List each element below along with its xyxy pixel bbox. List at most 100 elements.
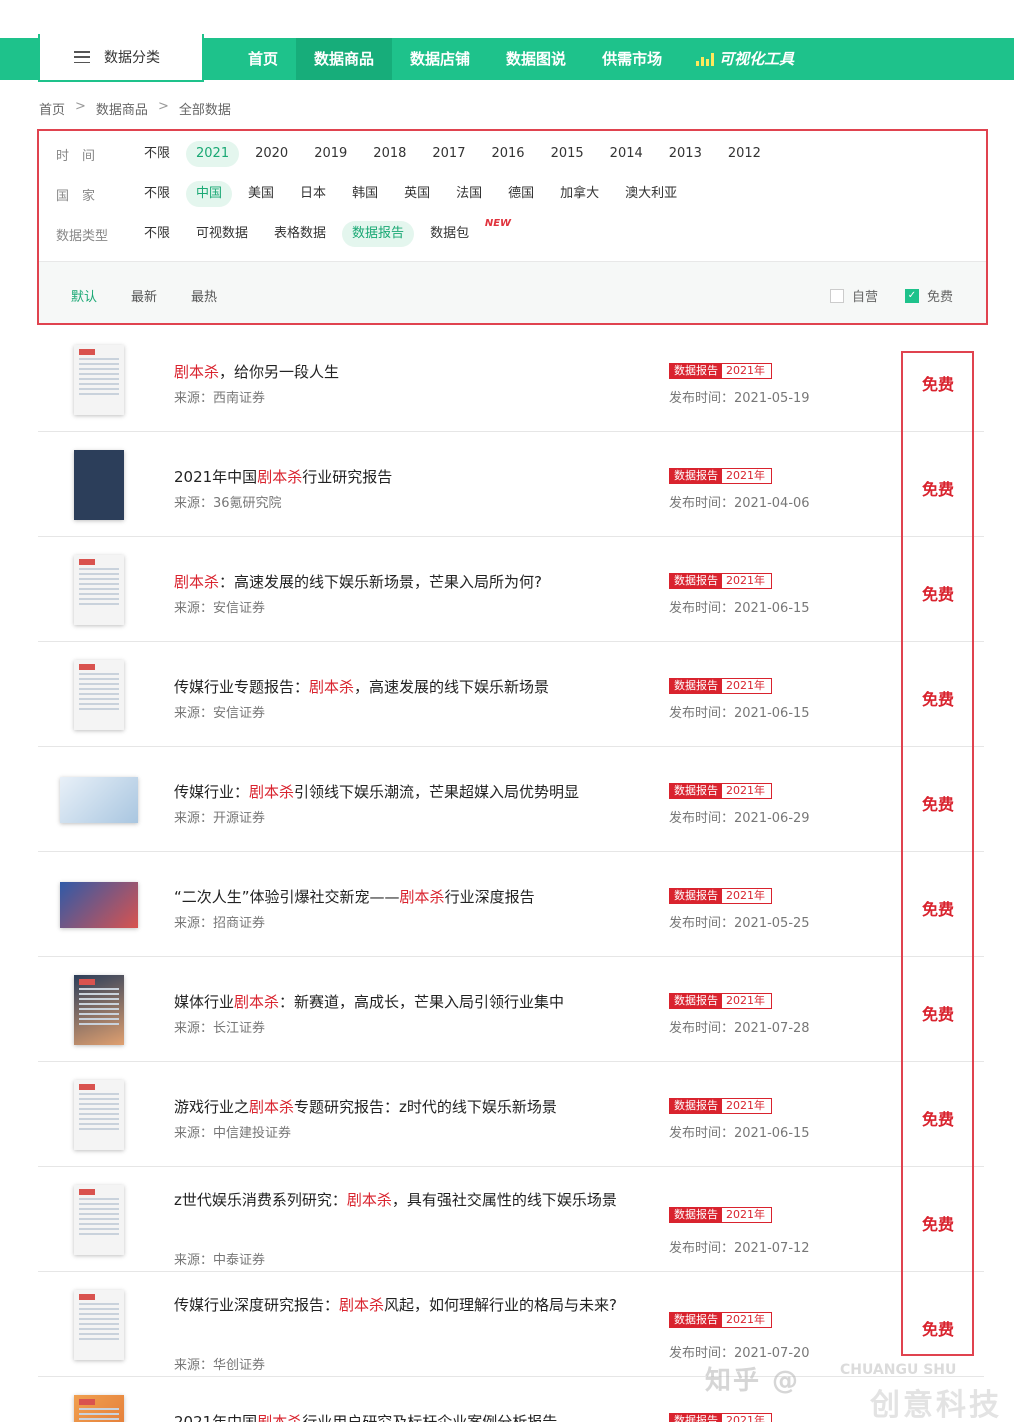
filter-option-time[interactable]: 2012 bbox=[718, 141, 771, 167]
report-thumbnail[interactable] bbox=[74, 1185, 124, 1255]
filter-option-time[interactable]: 2013 bbox=[659, 141, 712, 167]
report-type-tag: 数据报告 2021年 bbox=[669, 573, 772, 589]
publish-date: 发布时间：2021-04-06 bbox=[669, 496, 810, 511]
list-item[interactable]: “二次人生”体验引爆社交新宠——剧本杀行业深度报告 来源：招商证券 数据报告 2021… bbox=[38, 852, 984, 957]
list-item[interactable]: 传媒行业：剧本杀引领线下娱乐潮流，芒果超媒入局优势明显 来源：开源证券 数据报告 20… bbox=[38, 747, 984, 852]
title-text: ，给你另一段人生 bbox=[219, 363, 340, 381]
report-title-link[interactable]: 游戏行业之剧本杀专题研究报告：z时代的线下娱乐新场景 bbox=[174, 1096, 634, 1118]
filter-panel: 时 间不限 2021 2020 2019 2018 2017 2016 2015 2014 201… bbox=[37, 129, 988, 325]
list-item[interactable]: 剧本杀：高速发展的线下娱乐新场景，芒果入局所为何? 来源：安信证券 数据报告 2021… bbox=[38, 537, 984, 642]
report-thumbnail[interactable] bbox=[74, 555, 124, 625]
list-item[interactable]: 传媒行业专题报告：剧本杀，高速发展的线下娱乐新场景 来源：安信证券 数据报告 2021… bbox=[38, 642, 984, 747]
sort-default[interactable]: 默认 bbox=[71, 286, 97, 305]
report-thumbnail[interactable] bbox=[74, 1395, 124, 1422]
report-title-link[interactable]: z世代娱乐消费系列研究：剧本杀，具有强社交属性的线下娱乐场景 bbox=[174, 1189, 634, 1211]
title-text: 传媒行业： bbox=[174, 783, 250, 801]
title-text: ，具有强社交属性的线下娱乐场景 bbox=[391, 1191, 617, 1209]
filter-option-time[interactable]: 2020 bbox=[245, 141, 298, 167]
nav-item-2[interactable]: 数据店铺 bbox=[392, 38, 488, 80]
nav-item-4[interactable]: 供需市场 bbox=[584, 38, 680, 80]
report-type-tag: 数据报告 2021年 bbox=[669, 888, 772, 904]
filter-option-country[interactable]: 澳大利亚 bbox=[615, 181, 687, 207]
report-source: 来源：华创证券 bbox=[174, 1358, 266, 1373]
filter-option-time[interactable]: 2021 bbox=[186, 141, 240, 167]
publish-date: 发布时间：2021-05-19 bbox=[669, 391, 810, 406]
nav-item-3[interactable]: 数据图说 bbox=[488, 38, 584, 80]
filter-option-country[interactable]: 英国 bbox=[394, 181, 440, 207]
checkbox-free[interactable]: ✓ 免费 bbox=[905, 286, 953, 305]
filter-option-country[interactable]: 德国 bbox=[498, 181, 544, 207]
list-item[interactable]: 游戏行业之剧本杀专题研究报告：z时代的线下娱乐新场景来源：中信建投证券 数据报告 2… bbox=[38, 1062, 984, 1167]
filter-option-time[interactable]: 2019 bbox=[304, 141, 357, 167]
filter-label-time: 时 间 bbox=[56, 148, 96, 164]
report-thumbnail[interactable] bbox=[60, 777, 138, 823]
filter-option-data-type[interactable]: 数据报告 bbox=[342, 221, 415, 247]
report-thumbnail[interactable] bbox=[74, 660, 124, 730]
breadcrumb-item[interactable]: 首页 bbox=[39, 99, 65, 118]
tag-year: 2021年 bbox=[722, 469, 771, 483]
title-text: “二次人生”体验引爆社交新宠—— bbox=[174, 888, 400, 906]
filter-option-time[interactable]: 不限 bbox=[134, 141, 180, 167]
breadcrumb-item[interactable]: 数据商品 bbox=[96, 99, 148, 118]
tag-year: 2021年 bbox=[722, 994, 771, 1008]
report-type-tag: 数据报告 2021年 bbox=[669, 993, 772, 1009]
report-thumbnail[interactable] bbox=[60, 882, 138, 928]
filter-option-time[interactable]: 2018 bbox=[363, 141, 416, 167]
nav-item-0[interactable]: 首页 bbox=[230, 38, 296, 80]
filter-option-time[interactable]: 2016 bbox=[481, 141, 534, 167]
filter-option-country[interactable]: 法国 bbox=[446, 181, 492, 207]
sort-newest[interactable]: 最新 bbox=[131, 286, 157, 305]
title-keyword: 剧本杀 bbox=[339, 1296, 385, 1314]
checkbox-self-operated[interactable]: 自营 bbox=[830, 286, 878, 305]
filter-option-data-type[interactable]: 可视数据 bbox=[186, 221, 258, 247]
report-title-link[interactable]: 2021年中国剧本杀行业研究报告 bbox=[174, 466, 634, 488]
category-menu-button[interactable]: 数据分类 bbox=[38, 34, 204, 82]
filter-option-data-type[interactable]: 表格数据 bbox=[264, 221, 336, 247]
list-item[interactable]: 剧本杀，给你另一段人生 来源：西南证券 数据报告 2021年 发布时间：2021-05-… bbox=[38, 327, 984, 432]
report-thumbnail[interactable] bbox=[74, 975, 124, 1045]
nav-item-1[interactable]: 数据商品 bbox=[296, 38, 393, 80]
filter-option-country[interactable]: 美国 bbox=[238, 181, 284, 207]
report-thumbnail[interactable] bbox=[74, 1080, 124, 1150]
report-title-link[interactable]: 剧本杀：高速发展的线下娱乐新场景，芒果入局所为何? bbox=[174, 571, 634, 593]
list-item[interactable]: 2021年中国剧本杀行业用户研究及标杆企业案例分析报告 数据报告 2021年 bbox=[38, 1377, 984, 1422]
report-title-link[interactable]: 传媒行业深度研究报告：剧本杀风起，如何理解行业的格局与未来? bbox=[174, 1294, 634, 1316]
list-item[interactable]: z世代娱乐消费系列研究：剧本杀，具有强社交属性的线下娱乐场景 来源：中泰证券 数据报… bbox=[38, 1167, 984, 1272]
report-thumbnail[interactable] bbox=[74, 1290, 124, 1360]
sort-hottest[interactable]: 最热 bbox=[191, 286, 217, 305]
report-title-link[interactable]: 传媒行业专题报告：剧本杀，高速发展的线下娱乐新场景 bbox=[174, 676, 634, 698]
title-keyword: 剧本杀 bbox=[234, 993, 280, 1011]
filter-option-country[interactable]: 不限 bbox=[134, 181, 180, 207]
filter-option-data-type[interactable]: 数据包 NEW bbox=[420, 218, 511, 247]
report-title-link[interactable]: 传媒行业：剧本杀引领线下娱乐潮流，芒果超媒入局优势明显 bbox=[174, 781, 634, 803]
report-title-link[interactable]: 2021年中国剧本杀行业用户研究及标杆企业案例分析报告 bbox=[174, 1411, 634, 1422]
filter-option-data-type[interactable]: 不限 bbox=[134, 221, 180, 247]
nav-item-visualization-tool[interactable]: 可视化工具 bbox=[680, 38, 812, 80]
title-keyword: 剧本杀 bbox=[309, 678, 355, 696]
publish-date: 发布时间：2021-07-20 bbox=[669, 1346, 810, 1361]
breadcrumb-item[interactable]: 全部数据 bbox=[179, 99, 231, 118]
list-item[interactable]: 媒体行业剧本杀：新赛道，高成长，芒果入局引领行业集中 来源：长江证券 数据报告 202… bbox=[38, 957, 984, 1062]
checkbox-box[interactable]: ✓ bbox=[905, 288, 919, 303]
list-item[interactable]: 2021年中国剧本杀行业研究报告 来源：36氪研究院 数据报告 2021年 发布时间：2… bbox=[38, 432, 984, 537]
checkbox-box[interactable] bbox=[830, 288, 844, 303]
filter-option-country[interactable]: 中国 bbox=[186, 181, 233, 207]
publish-date: 发布时间：2021-07-12 bbox=[669, 1241, 810, 1256]
report-source: 来源：中信建投证券 bbox=[174, 1126, 292, 1141]
filter-option-time[interactable]: 2015 bbox=[541, 141, 594, 167]
report-thumbnail[interactable] bbox=[74, 450, 124, 520]
category-label: 数据分类 bbox=[104, 50, 160, 66]
filter-option-time[interactable]: 2014 bbox=[600, 141, 653, 167]
filter-option-country[interactable]: 加拿大 bbox=[550, 181, 609, 207]
tag-year: 2021年 bbox=[722, 1414, 771, 1422]
report-thumbnail[interactable] bbox=[74, 345, 124, 415]
report-title-link[interactable]: “二次人生”体验引爆社交新宠——剧本杀行业深度报告 bbox=[174, 886, 634, 908]
tag-year: 2021年 bbox=[722, 1099, 771, 1113]
report-title-link[interactable]: 媒体行业剧本杀：新赛道，高成长，芒果入局引领行业集中 bbox=[174, 991, 634, 1013]
tag-type: 数据报告 bbox=[670, 1099, 722, 1113]
report-title-link[interactable]: 剧本杀，给你另一段人生 bbox=[174, 361, 634, 383]
filter-option-time[interactable]: 2017 bbox=[422, 141, 475, 167]
report-type-tag: 数据报告 2021年 bbox=[669, 1207, 772, 1223]
filter-option-country[interactable]: 日本 bbox=[290, 181, 336, 207]
filter-option-country[interactable]: 韩国 bbox=[342, 181, 388, 207]
